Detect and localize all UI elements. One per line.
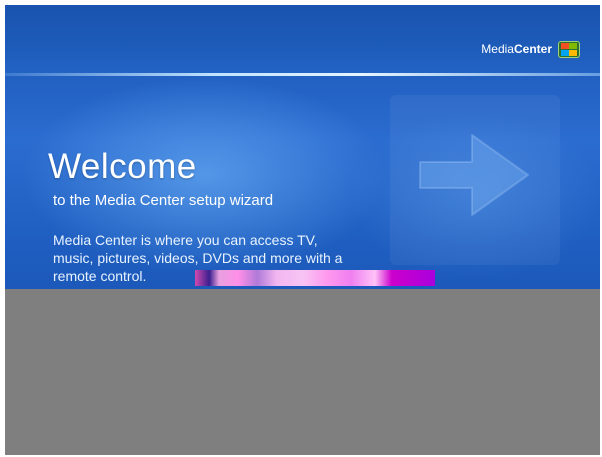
media-center-logo: Media Center bbox=[481, 39, 580, 59]
brand-prefix: Media bbox=[481, 42, 514, 56]
page-title: Welcome bbox=[48, 147, 197, 186]
corrupted-pixels bbox=[195, 270, 435, 286]
header-divider bbox=[5, 73, 600, 76]
windows-flag-icon bbox=[558, 40, 580, 58]
next-arrow-button[interactable] bbox=[390, 95, 560, 265]
corrupted-gray-area bbox=[5, 289, 600, 455]
right-arrow-icon bbox=[419, 134, 529, 216]
page-subtitle: to the Media Center setup wizard bbox=[53, 192, 274, 209]
brand-suffix: Center bbox=[513, 42, 552, 56]
